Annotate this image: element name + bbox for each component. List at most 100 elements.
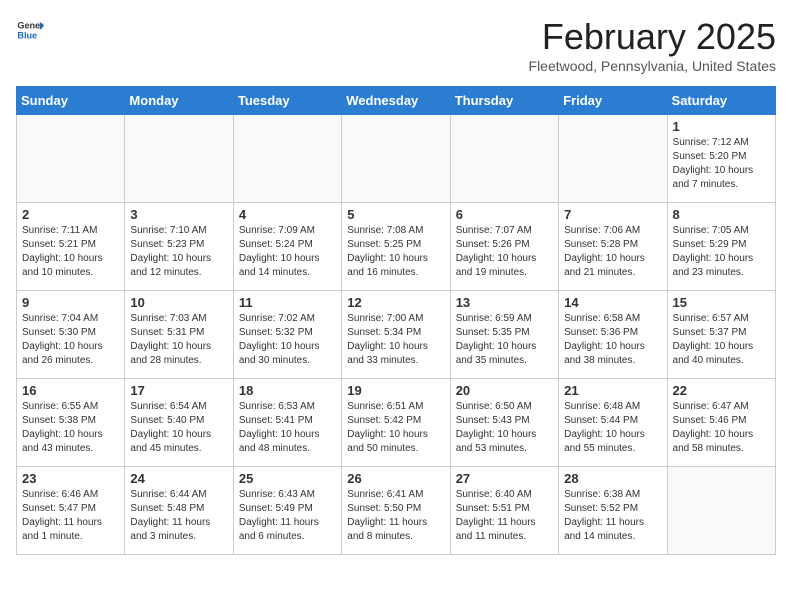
calendar-cell: 13Sunrise: 6:59 AM Sunset: 5:35 PM Dayli… xyxy=(450,291,558,379)
calendar-week-row: 23 Sunrise: 6:46 AM Sunset: 5:47 PM Dayli… xyxy=(17,467,776,555)
calendar-cell xyxy=(450,115,558,203)
day-number: 5 xyxy=(347,207,444,222)
calendar-cell: 18 Sunrise: 6:53 AM Sunset: 5:41 PM Dayli… xyxy=(233,379,341,467)
weekday-header-monday: Monday xyxy=(125,87,233,115)
day-info: Sunrise: 7:10 AM Sunset: 5:23 PM Dayligh… xyxy=(130,224,227,280)
calendar-cell xyxy=(667,467,775,555)
calendar-cell: 19 Sunrise: 6:51 AM Sunset: 5:42 PM Dayli… xyxy=(342,379,450,467)
weekday-header-wednesday: Wednesday xyxy=(342,87,450,115)
day-info: Sunrise: 7:08 AM Sunset: 5:25 PM Dayligh… xyxy=(347,224,444,280)
day-number: 3 xyxy=(130,207,227,222)
calendar-cell: 7Sunrise: 7:06 AM Sunset: 5:28 PM Daylig… xyxy=(559,203,667,291)
calendar-cell: 28 Sunrise: 6:38 AM Sunset: 5:52 PM Dayli… xyxy=(559,467,667,555)
weekday-header-tuesday: Tuesday xyxy=(233,87,341,115)
day-info: Sunrise: 6:44 AM Sunset: 5:48 PM Dayligh… xyxy=(130,488,227,544)
calendar-cell: 25 Sunrise: 6:43 AM Sunset: 5:49 PM Dayli… xyxy=(233,467,341,555)
day-info: Sunrise: 7:09 AM Sunset: 5:24 PM Dayligh… xyxy=(239,224,336,280)
calendar-cell: 3 Sunrise: 7:10 AM Sunset: 5:23 PM Daylig… xyxy=(125,203,233,291)
day-number: 24 xyxy=(130,471,227,486)
calendar-cell: 14Sunrise: 6:58 AM Sunset: 5:36 PM Dayli… xyxy=(559,291,667,379)
day-number: 8 xyxy=(673,207,770,222)
calendar-cell: 27 Sunrise: 6:40 AM Sunset: 5:51 PM Dayli… xyxy=(450,467,558,555)
calendar-cell: 20 Sunrise: 6:50 AM Sunset: 5:43 PM Dayli… xyxy=(450,379,558,467)
day-info: Sunrise: 6:54 AM Sunset: 5:40 PM Dayligh… xyxy=(130,400,227,456)
day-info: Sunrise: 6:48 AM Sunset: 5:44 PM Dayligh… xyxy=(564,400,661,456)
day-info: Sunrise: 7:03 AM Sunset: 5:31 PM Dayligh… xyxy=(130,312,227,368)
logo-icon: General Blue xyxy=(16,16,44,44)
day-number: 23 xyxy=(22,471,119,486)
day-number: 25 xyxy=(239,471,336,486)
calendar-cell xyxy=(233,115,341,203)
day-info: Sunrise: 6:38 AM Sunset: 5:52 PM Dayligh… xyxy=(564,488,661,544)
day-number: 27 xyxy=(456,471,553,486)
day-info: Sunrise: 7:02 AM Sunset: 5:32 PM Dayligh… xyxy=(239,312,336,368)
day-info: Sunrise: 6:43 AM Sunset: 5:49 PM Dayligh… xyxy=(239,488,336,544)
day-info: Sunrise: 6:41 AM Sunset: 5:50 PM Dayligh… xyxy=(347,488,444,544)
calendar-cell: 12 Sunrise: 7:00 AM Sunset: 5:34 PM Dayli… xyxy=(342,291,450,379)
day-number: 7 xyxy=(564,207,661,222)
calendar-cell: 21Sunrise: 6:48 AM Sunset: 5:44 PM Dayli… xyxy=(559,379,667,467)
day-info: Sunrise: 6:53 AM Sunset: 5:41 PM Dayligh… xyxy=(239,400,336,456)
calendar-week-row: 1Sunrise: 7:12 AM Sunset: 5:20 PM Daylig… xyxy=(17,115,776,203)
day-info: Sunrise: 7:05 AM Sunset: 5:29 PM Dayligh… xyxy=(673,224,770,280)
day-number: 11 xyxy=(239,295,336,310)
title-block: February 2025 Fleetwood, Pennsylvania, U… xyxy=(529,16,776,74)
page-header: General Blue February 2025 Fleetwood, Pe… xyxy=(16,16,776,74)
calendar-cell: 11 Sunrise: 7:02 AM Sunset: 5:32 PM Dayli… xyxy=(233,291,341,379)
day-number: 12 xyxy=(347,295,444,310)
day-number: 4 xyxy=(239,207,336,222)
calendar-cell: 26 Sunrise: 6:41 AM Sunset: 5:50 PM Dayli… xyxy=(342,467,450,555)
day-info: Sunrise: 6:59 AM Sunset: 5:35 PM Dayligh… xyxy=(456,312,553,368)
day-number: 28 xyxy=(564,471,661,486)
day-info: Sunrise: 7:00 AM Sunset: 5:34 PM Dayligh… xyxy=(347,312,444,368)
day-number: 17 xyxy=(130,383,227,398)
calendar-cell: 9 Sunrise: 7:04 AM Sunset: 5:30 PM Daylig… xyxy=(17,291,125,379)
calendar-table: SundayMondayTuesdayWednesdayThursdayFrid… xyxy=(16,86,776,555)
day-info: Sunrise: 7:04 AM Sunset: 5:30 PM Dayligh… xyxy=(22,312,119,368)
day-number: 26 xyxy=(347,471,444,486)
day-info: Sunrise: 7:07 AM Sunset: 5:26 PM Dayligh… xyxy=(456,224,553,280)
day-info: Sunrise: 6:40 AM Sunset: 5:51 PM Dayligh… xyxy=(456,488,553,544)
day-number: 16 xyxy=(22,383,119,398)
calendar-week-row: 16 Sunrise: 6:55 AM Sunset: 5:38 PM Dayli… xyxy=(17,379,776,467)
calendar-cell: 5 Sunrise: 7:08 AM Sunset: 5:25 PM Daylig… xyxy=(342,203,450,291)
calendar-cell xyxy=(342,115,450,203)
day-info: Sunrise: 6:55 AM Sunset: 5:38 PM Dayligh… xyxy=(22,400,119,456)
logo: General Blue xyxy=(16,16,44,44)
calendar-cell: 16 Sunrise: 6:55 AM Sunset: 5:38 PM Dayli… xyxy=(17,379,125,467)
weekday-header-thursday: Thursday xyxy=(450,87,558,115)
day-info: Sunrise: 7:11 AM Sunset: 5:21 PM Dayligh… xyxy=(22,224,119,280)
calendar-cell: 23 Sunrise: 6:46 AM Sunset: 5:47 PM Dayli… xyxy=(17,467,125,555)
calendar-cell: 6 Sunrise: 7:07 AM Sunset: 5:26 PM Daylig… xyxy=(450,203,558,291)
day-number: 18 xyxy=(239,383,336,398)
day-info: Sunrise: 6:51 AM Sunset: 5:42 PM Dayligh… xyxy=(347,400,444,456)
day-number: 15 xyxy=(673,295,770,310)
day-number: 22 xyxy=(673,383,770,398)
calendar-cell xyxy=(559,115,667,203)
calendar-week-row: 2 Sunrise: 7:11 AM Sunset: 5:21 PM Daylig… xyxy=(17,203,776,291)
day-info: Sunrise: 6:47 AM Sunset: 5:46 PM Dayligh… xyxy=(673,400,770,456)
svg-text:Blue: Blue xyxy=(17,30,37,40)
weekday-header-row: SundayMondayTuesdayWednesdayThursdayFrid… xyxy=(17,87,776,115)
calendar-title: February 2025 xyxy=(529,16,776,58)
day-number: 19 xyxy=(347,383,444,398)
calendar-week-row: 9 Sunrise: 7:04 AM Sunset: 5:30 PM Daylig… xyxy=(17,291,776,379)
calendar-cell: 24 Sunrise: 6:44 AM Sunset: 5:48 PM Dayli… xyxy=(125,467,233,555)
day-number: 2 xyxy=(22,207,119,222)
day-number: 9 xyxy=(22,295,119,310)
day-number: 20 xyxy=(456,383,553,398)
day-info: Sunrise: 6:50 AM Sunset: 5:43 PM Dayligh… xyxy=(456,400,553,456)
day-info: Sunrise: 6:58 AM Sunset: 5:36 PM Dayligh… xyxy=(564,312,661,368)
calendar-cell: 1Sunrise: 7:12 AM Sunset: 5:20 PM Daylig… xyxy=(667,115,775,203)
weekday-header-sunday: Sunday xyxy=(17,87,125,115)
day-info: Sunrise: 7:12 AM Sunset: 5:20 PM Dayligh… xyxy=(673,136,770,192)
calendar-cell xyxy=(17,115,125,203)
calendar-cell: 2 Sunrise: 7:11 AM Sunset: 5:21 PM Daylig… xyxy=(17,203,125,291)
calendar-cell xyxy=(125,115,233,203)
calendar-cell: 8 Sunrise: 7:05 AM Sunset: 5:29 PM Daylig… xyxy=(667,203,775,291)
calendar-cell: 15Sunrise: 6:57 AM Sunset: 5:37 PM Dayli… xyxy=(667,291,775,379)
day-info: Sunrise: 6:46 AM Sunset: 5:47 PM Dayligh… xyxy=(22,488,119,544)
day-number: 10 xyxy=(130,295,227,310)
calendar-cell: 22 Sunrise: 6:47 AM Sunset: 5:46 PM Dayli… xyxy=(667,379,775,467)
day-number: 6 xyxy=(456,207,553,222)
